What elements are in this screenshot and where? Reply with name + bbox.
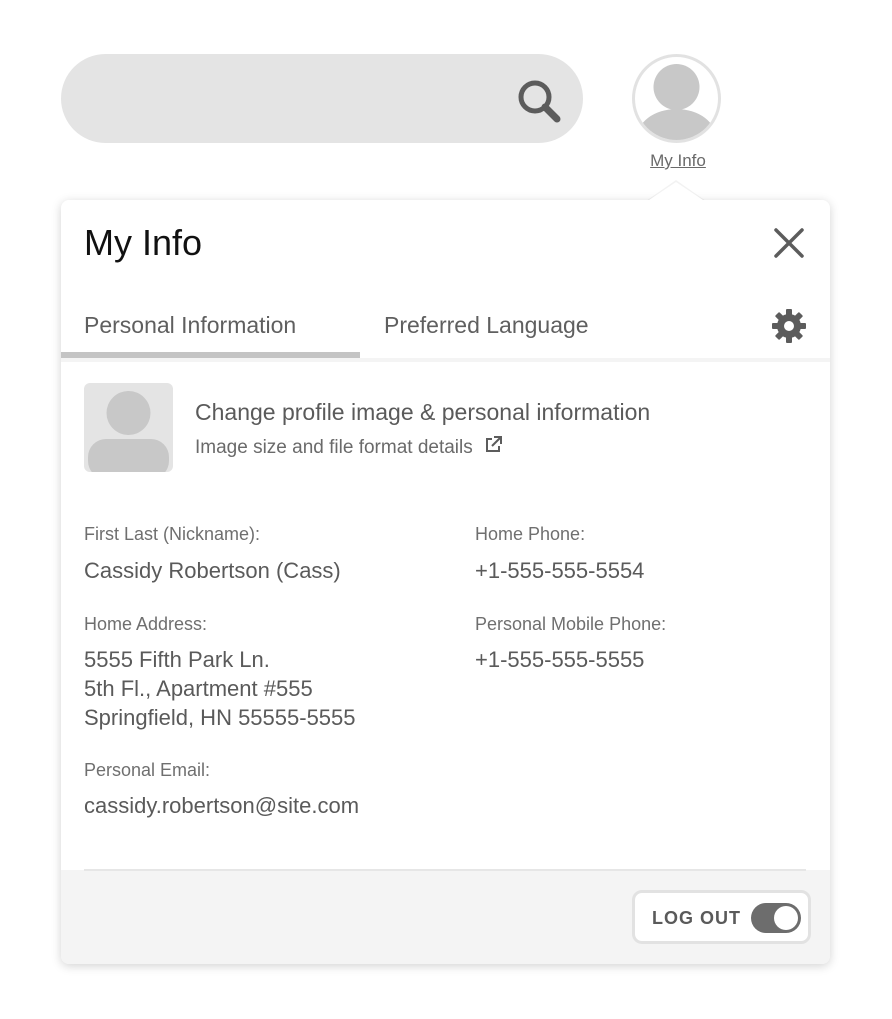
image-format-details-link[interactable]: Image size and file format details bbox=[195, 436, 503, 459]
logout-button[interactable]: LOG OUT bbox=[632, 890, 811, 944]
image-format-details-label: Image size and file format details bbox=[195, 437, 473, 458]
panel-title: My Info bbox=[84, 222, 203, 263]
gear-icon[interactable] bbox=[771, 308, 807, 344]
profile-image[interactable] bbox=[84, 383, 173, 472]
footer-divider bbox=[84, 869, 806, 871]
name-value: Cassidy Robertson (Cass) bbox=[84, 558, 341, 583]
my-info-link[interactable]: My Info bbox=[632, 151, 724, 171]
email-value: cassidy.robertson@site.com bbox=[84, 793, 360, 818]
tab-preferred-language[interactable]: Preferred Language bbox=[384, 312, 589, 339]
tab-personal-information[interactable]: Personal Information bbox=[84, 312, 296, 339]
tab-divider bbox=[61, 358, 830, 362]
home-address-value: 5555 Fifth Park Ln. 5th Fl., Apartment #… bbox=[84, 647, 356, 730]
search-icon[interactable] bbox=[513, 76, 565, 128]
my-info-panel: My Info Personal Information Preferred L… bbox=[61, 200, 830, 964]
home-phone-label: Home Phone: bbox=[475, 524, 586, 544]
search-bar[interactable] bbox=[61, 54, 583, 143]
name-label: First Last (Nickname): bbox=[84, 524, 261, 544]
email-label: Personal Email: bbox=[84, 760, 211, 780]
popover-caret bbox=[646, 182, 706, 202]
logout-toggle[interactable] bbox=[751, 903, 801, 933]
home-address-label: Home Address: bbox=[84, 614, 208, 634]
mobile-phone-value: +1-555-555-5555 bbox=[475, 647, 645, 672]
logout-label: LOG OUT bbox=[652, 908, 741, 928]
change-profile-link[interactable]: Change profile image & personal informat… bbox=[195, 399, 650, 426]
tab-bar: Personal Information Preferred Language bbox=[61, 298, 830, 362]
toggle-knob bbox=[774, 906, 798, 930]
account-avatar-button[interactable] bbox=[632, 54, 721, 143]
external-link-icon bbox=[486, 436, 503, 452]
close-icon[interactable] bbox=[773, 227, 805, 259]
profile-placeholder-icon bbox=[88, 391, 169, 472]
mobile-phone-label: Personal Mobile Phone: bbox=[475, 614, 667, 634]
search-input[interactable] bbox=[91, 76, 511, 120]
home-phone-value: +1-555-555-5554 bbox=[475, 558, 645, 583]
avatar-icon bbox=[636, 64, 717, 140]
